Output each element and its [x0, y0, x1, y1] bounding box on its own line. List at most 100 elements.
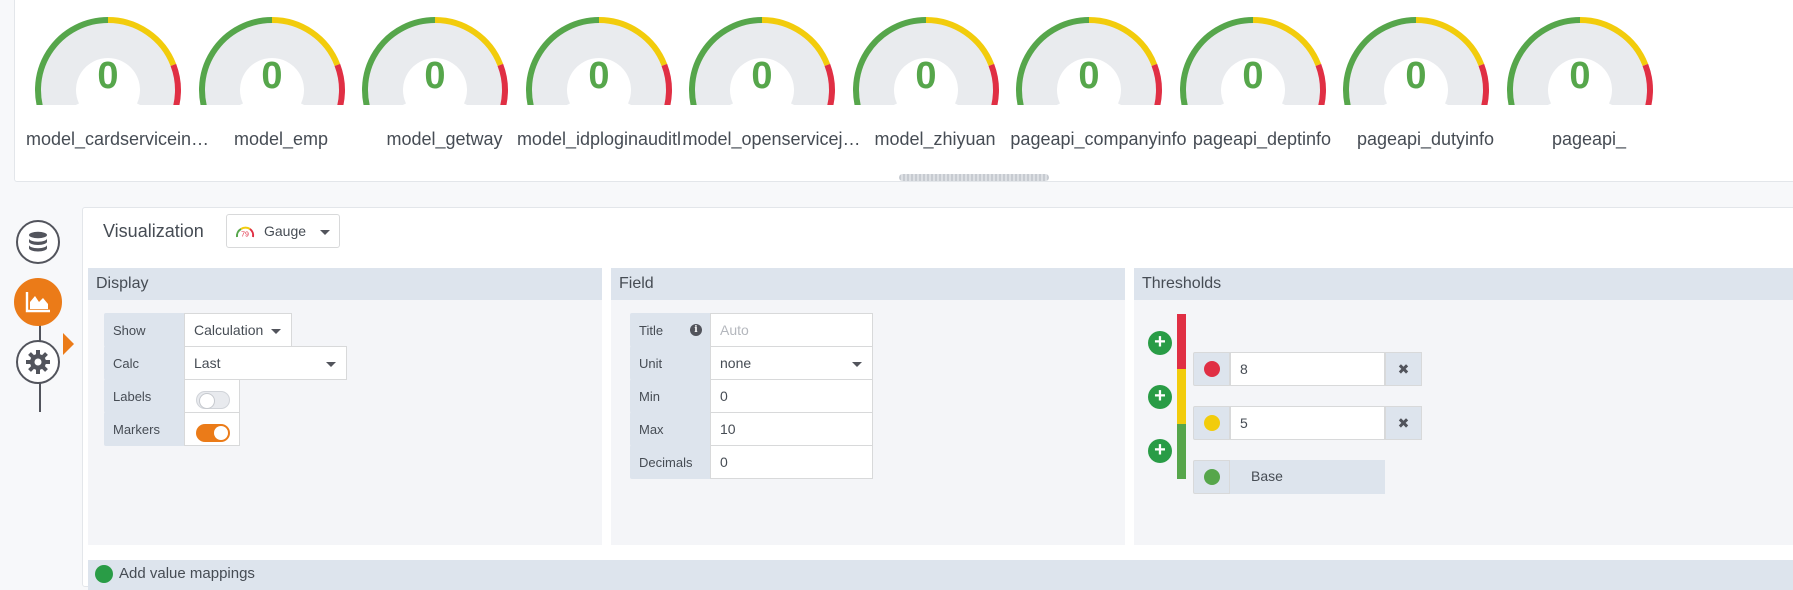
decimals-label: Decimals — [630, 445, 710, 479]
gauge-dial: 0 — [1343, 17, 1489, 105]
gauge-value: 0 — [1405, 55, 1426, 97]
field-section-title: Field — [611, 268, 1125, 300]
thresholds-section-title: Thresholds — [1134, 268, 1793, 300]
threshold-color-picker[interactable] — [1193, 406, 1230, 440]
color-dot-icon — [1203, 469, 1220, 485]
min-row: Min 0 — [630, 379, 873, 413]
decimals-input[interactable]: 0 — [710, 445, 873, 479]
value-mappings-header[interactable]: Add value mappings — [88, 560, 1793, 590]
threshold-color-picker[interactable] — [1193, 352, 1230, 386]
threshold-row: 8 ✖ — [1193, 352, 1422, 386]
gear-icon — [26, 350, 50, 374]
remove-threshold-button[interactable]: ✖ — [1385, 406, 1422, 440]
calc-row: Calc Last — [104, 346, 347, 380]
gauge-dial: 0 — [198, 17, 345, 105]
max-label: Max — [630, 412, 710, 446]
threshold-bar-yellow — [1177, 369, 1186, 424]
gauge-dial: 0 — [362, 17, 508, 105]
gauge-icon-value: 79 — [241, 232, 249, 239]
gauge-dial: 0 — [1016, 17, 1162, 105]
calc-select[interactable]: Last — [184, 346, 347, 380]
gauge-value: 0 — [1242, 55, 1263, 97]
chevron-down-icon — [326, 362, 336, 367]
remove-threshold-button[interactable]: ✖ — [1385, 352, 1422, 386]
add-threshold-button[interactable]: + — [1148, 439, 1172, 463]
panel-editor: Visualization 79 Gauge Display Show Calc… — [82, 207, 1793, 590]
markers-label: Markers — [104, 412, 184, 446]
calc-label: Calc — [104, 346, 184, 380]
display-section: Display Show Calculation Calc Last Label… — [88, 268, 602, 545]
field-section: Field Title i Auto Unit none Min 0 Max 1… — [611, 268, 1125, 545]
add-threshold-button[interactable]: + — [1148, 385, 1172, 409]
threshold-bar-red — [1177, 314, 1186, 369]
markers-row: Markers — [104, 412, 240, 446]
show-row: Show Calculation — [104, 313, 292, 347]
gauge-value: 0 — [97, 55, 118, 97]
database-icon — [29, 231, 47, 252]
max-input[interactable]: 10 — [710, 412, 873, 446]
markers-toggle[interactable] — [196, 423, 230, 442]
show-select[interactable]: Calculation — [184, 313, 292, 347]
display-section-title: Display — [88, 268, 602, 300]
visualization-value: Gauge — [264, 223, 307, 239]
min-label: Min — [630, 379, 710, 413]
gauge-value: 0 — [424, 55, 445, 97]
gauge-dial: 0 — [689, 17, 835, 105]
threshold-value-input[interactable]: 8 — [1230, 352, 1385, 386]
gauge-dial: 0 — [525, 17, 672, 105]
gauge-9: 0 pageapi_ — [1496, 0, 1683, 165]
gauge-value: 0 — [261, 55, 282, 97]
chevron-down-icon — [320, 230, 330, 235]
unit-select[interactable]: none — [710, 346, 873, 380]
gauge-dial: 0 — [852, 17, 999, 105]
visualization-heading: Visualization — [103, 221, 204, 241]
area-chart-icon — [25, 292, 50, 313]
threshold-row-base: Base — [1193, 460, 1385, 494]
threshold-row: 5 ✖ — [1193, 406, 1422, 440]
gauge-value: 0 — [588, 55, 609, 97]
general-step-button[interactable] — [16, 340, 60, 384]
gauge-value: 0 — [1569, 55, 1590, 97]
gauge-dial: 0 — [35, 17, 181, 105]
show-label: Show — [104, 313, 184, 347]
gauge-panel: 0 model_cardservicein… 0 model_emp 0 model_ge… — [14, 0, 1793, 182]
threshold-color-picker[interactable] — [1193, 460, 1230, 494]
info-icon[interactable]: i — [690, 324, 702, 336]
title-input[interactable]: Auto — [710, 313, 873, 347]
labels-toggle[interactable] — [196, 390, 230, 409]
threshold-bar-green — [1177, 424, 1186, 479]
unit-value: none — [720, 355, 752, 371]
decimals-row: Decimals 0 — [630, 445, 873, 479]
unit-row: Unit none — [630, 346, 873, 380]
gauge-label: pageapi_ — [1551, 129, 1627, 149]
title-placeholder: Auto — [720, 322, 749, 338]
gauge-value: 0 — [915, 55, 936, 97]
queries-step-button[interactable] — [16, 220, 60, 264]
horizontal-scrollbar[interactable] — [899, 174, 1049, 181]
title-row: Title i Auto — [630, 313, 873, 347]
gauge-value: 0 — [1078, 55, 1099, 97]
gauge-dial: 0 — [1179, 17, 1326, 105]
add-threshold-button[interactable]: + — [1148, 331, 1172, 355]
markers-toggle-box — [184, 412, 240, 446]
chevron-down-icon — [852, 362, 862, 367]
gauge-icon: 79 — [235, 226, 255, 239]
labels-label: Labels — [104, 379, 184, 413]
show-value: Calculation — [194, 322, 264, 338]
add-icon — [95, 565, 113, 583]
title-label-text: Title — [639, 322, 664, 338]
threshold-value-input[interactable]: 5 — [1230, 406, 1385, 440]
max-row: Max 10 — [630, 412, 873, 446]
chevron-down-icon — [271, 329, 281, 334]
unit-label: Unit — [630, 346, 710, 380]
labels-toggle-box — [184, 379, 240, 413]
min-input[interactable]: 0 — [710, 379, 873, 413]
visualization-picker[interactable]: 79 Gauge — [226, 214, 340, 248]
labels-row: Labels — [104, 379, 240, 413]
thresholds-section: Thresholds + + + 8 ✖ 5 ✖ Base — [1134, 268, 1793, 545]
visualization-step-button[interactable] — [14, 278, 62, 326]
gauge-dial: 0 — [1506, 17, 1653, 105]
color-dot-icon — [1203, 415, 1220, 431]
title-label: Title i — [630, 313, 710, 347]
active-step-pointer — [63, 333, 74, 355]
